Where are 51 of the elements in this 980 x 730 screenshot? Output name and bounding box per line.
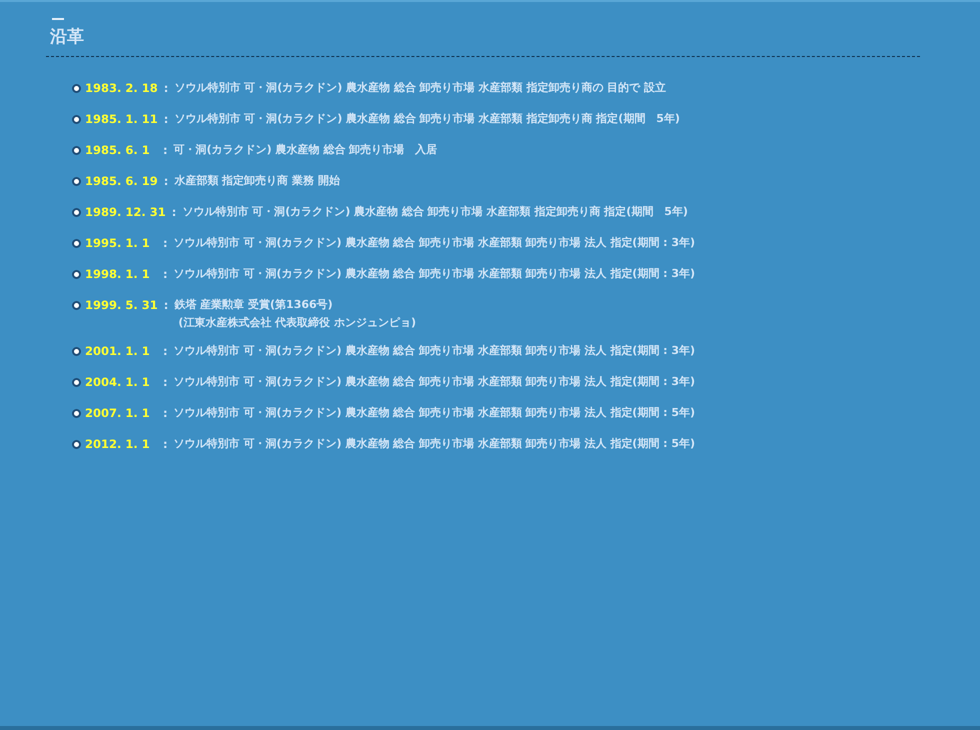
- bullet-icon: [72, 239, 81, 248]
- bullet-icon: [72, 208, 81, 217]
- date: 2004. 1. 1: [85, 374, 151, 391]
- separator: :: [162, 111, 170, 128]
- date: 1985. 1. 11: [85, 111, 158, 128]
- date: 1999. 5. 31: [85, 297, 158, 314]
- separator: :: [162, 405, 169, 422]
- date: 1985. 6. 19: [85, 173, 158, 190]
- separator: :: [162, 374, 169, 391]
- date: 1985. 6. 1: [85, 142, 151, 159]
- date: 1998. 1. 1: [85, 266, 151, 283]
- history-text: 可・洞(カラクドン) 農水産物 総合 卸売り市場 入居: [174, 142, 438, 158]
- history-text: 水産部類 指定卸売り商 業務 開始: [174, 173, 340, 189]
- history-text: ソウル特別市 可・洞(カラクドン) 農水産物 総合 卸売り市場 水産部類 卸売り市場 法人 指定(期間 : 3年): [174, 266, 696, 282]
- date: 2007. 1. 1: [85, 405, 151, 422]
- history-text: ソウル特別市 可・洞(カラクドン) 農水産物 総合 卸売り市場 水産部類 卸売り市場 法人 指定(期間 : 3年): [174, 374, 696, 390]
- bullet-icon: [72, 378, 81, 387]
- title-mark: [52, 18, 64, 20]
- separator: :: [162, 235, 169, 252]
- separator: :: [162, 173, 170, 190]
- separator: :: [170, 204, 178, 221]
- history-text: 鉄塔 産業勲章 受賞(第1366号): [174, 297, 334, 313]
- date: 1983. 2. 18: [85, 80, 158, 97]
- history-text: ソウル特別市 可・洞(カラクドン) 農水産物 総合 卸売り市場 水産部類 卸売り市場 法人 指定(期間 : 5年): [174, 436, 696, 452]
- history-text: ソウル特別市 可・洞(カラクドン) 農水産物 総合 卸売り市場 水産部類 卸売り市場 法人 指定(期間 : 3年): [174, 235, 696, 251]
- bullet-icon: [72, 84, 81, 93]
- bullet-icon: [72, 270, 81, 279]
- bullet-icon: [72, 440, 81, 449]
- date: 2012. 1. 1: [85, 436, 151, 453]
- section-title: 沿革: [50, 26, 85, 48]
- bullet-icon: [72, 409, 81, 418]
- history-text: ソウル特別市 可・洞(カラクドン) 農水産物 総合 卸売り市場 水産部類 卸売り市場 法人 指定(期間 : 3年): [174, 343, 696, 359]
- history-text: ソウル特別市 可・洞(カラクドン) 農水産物 総合 卸売り市場 水産部類 卸売り市場 法人 指定(期間 : 5年): [174, 405, 696, 421]
- bullet-icon: [72, 301, 81, 310]
- separator: :: [162, 142, 169, 159]
- bullet-icon: [72, 115, 81, 124]
- history-text: ソウル特別市 可・洞(カラクドン) 農水産物 総合 卸売り市場 水産部類 指定卸売り商 指定(期間 5年): [174, 111, 680, 127]
- bullet-icon: [72, 146, 81, 155]
- history-text: ソウル特別市 可・洞(カラクドン) 農水産物 総合 卸売り市場 水産部類 指定卸売り商 指定(期間 5年): [182, 204, 688, 220]
- date: 2001. 1. 1: [85, 343, 151, 360]
- separator: :: [162, 80, 170, 97]
- bullet-icon: [72, 177, 81, 186]
- bullet-icon: [72, 347, 81, 356]
- separator: :: [162, 297, 170, 314]
- date: 1989. 12. 31: [85, 204, 166, 221]
- separator: :: [162, 436, 169, 453]
- separator: :: [162, 266, 169, 283]
- separator: :: [162, 343, 169, 360]
- history-text: ソウル特別市 可・洞(カラクドン) 農水産物 総合 卸売り市場 水産部類 指定卸売り商の 目的で 設立: [174, 80, 666, 96]
- date: 1995. 1. 1: [85, 235, 151, 252]
- history-text: (江東水産株式会社 代表取締役 ホンジュンピョ): [177, 315, 416, 331]
